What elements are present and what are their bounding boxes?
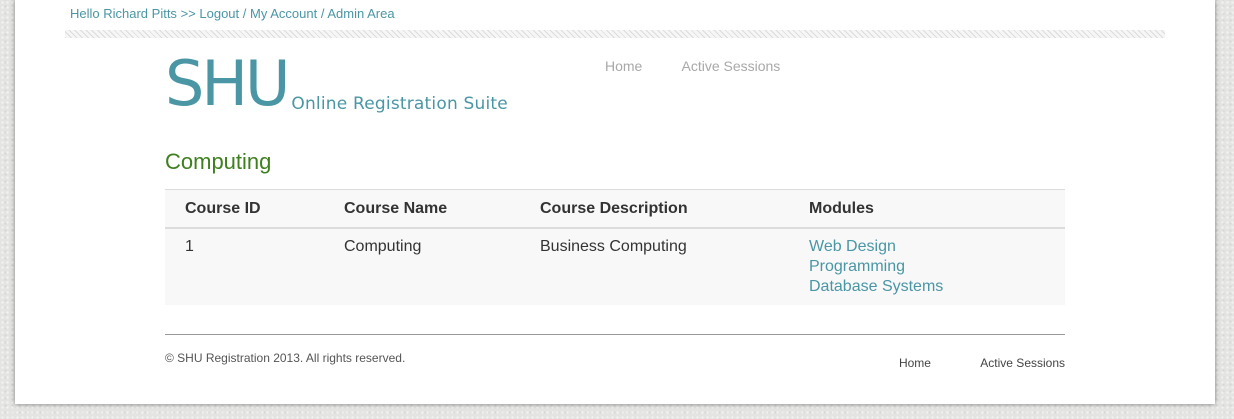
cell-course-description: Business Computing	[540, 238, 687, 255]
cell-modules: Web Design Programming Database Systems	[789, 228, 1065, 305]
column-header-course-id: Course ID	[165, 189, 324, 229]
admin-area-link[interactable]: Admin Area	[327, 6, 394, 21]
link-separator: /	[242, 6, 247, 21]
column-header-course-name: Course Name	[324, 189, 520, 229]
cell-course-name: Computing	[344, 238, 422, 255]
module-link-programming[interactable]: Programming	[809, 257, 1065, 277]
nav-active-sessions-link[interactable]: Active Sessions	[681, 58, 780, 74]
courses-table: Course ID Course Name Course Description…	[165, 189, 1065, 305]
cell-course-id: 1	[185, 238, 194, 255]
table-header-row: Course ID Course Name Course Description…	[165, 189, 1065, 229]
module-link-web-design[interactable]: Web Design	[809, 237, 1065, 257]
header-divider	[65, 30, 1165, 38]
logo-subtitle: Online Registration Suite	[291, 94, 508, 114]
footer-home-link[interactable]: Home	[899, 356, 931, 370]
copyright-text: © SHU Registration 2013. All rights rese…	[165, 351, 406, 365]
column-header-modules: Modules	[789, 189, 1065, 229]
user-bar: Hello Richard Pitts >> Logout / My Accou…	[70, 6, 395, 21]
footer-active-sessions-link[interactable]: Active Sessions	[980, 356, 1065, 370]
top-nav: Home Active Sessions	[605, 58, 816, 74]
page-title: Computing	[165, 149, 272, 174]
breadcrumb-separator: >>	[180, 6, 196, 21]
link-separator: /	[320, 6, 325, 21]
logout-link[interactable]: Logout	[199, 6, 239, 21]
logo-title: SHU	[165, 47, 290, 120]
page-container: Hello Richard Pitts >> Logout / My Accou…	[15, 0, 1215, 404]
table-row: 1 Computing Business Computing Web Desig…	[165, 228, 1065, 305]
footer-divider	[165, 334, 1065, 335]
column-header-course-description: Course Description	[520, 189, 789, 229]
user-greeting: Hello Richard Pitts	[70, 6, 177, 21]
site-logo[interactable]: SHU Online Registration Suite	[165, 52, 508, 116]
footer-nav: Home Active Sessions	[853, 356, 1065, 370]
module-link-database-systems[interactable]: Database Systems	[809, 277, 1065, 297]
my-account-link[interactable]: My Account	[250, 6, 317, 21]
nav-home-link[interactable]: Home	[605, 58, 642, 74]
